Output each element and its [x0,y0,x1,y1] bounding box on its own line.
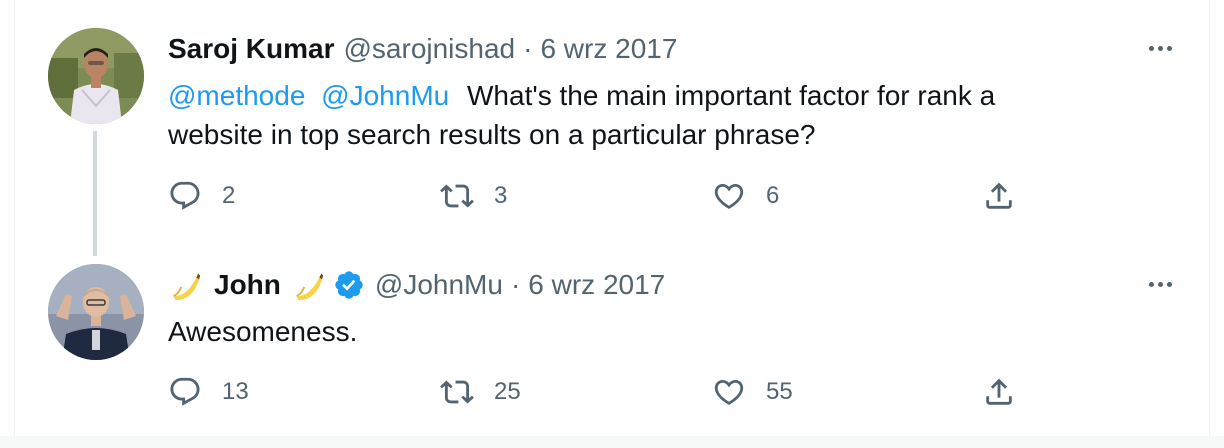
like-count: 55 [766,378,793,405]
share-icon [986,378,1012,405]
more-options-button[interactable] [1140,38,1180,58]
tweet-text: @methode @JohnMu What's the main importa… [168,76,995,154]
tweet-text: Awesomeness. [168,316,358,347]
mention-johnmu[interactable]: @JohnMu [321,80,449,111]
author-name[interactable]: Saroj Kumar [168,32,335,66]
tweet-date[interactable]: 6 wrz 2017 [540,32,677,66]
retweet-count: 25 [494,378,521,405]
author-handle[interactable]: @JohnMu [375,268,503,302]
reply-icon [170,377,200,406]
reply-icon [170,181,200,210]
more-options-button[interactable] [1140,274,1180,294]
retweet-count: 3 [494,182,508,209]
retweet-icon [440,380,474,404]
reply-count: 2 [222,182,236,209]
like-button[interactable]: 55 [712,372,793,412]
tweet-header: John @JohnMu · 6 wrz 2017 [168,268,665,302]
heart-icon [714,183,744,209]
tweet-header: Saroj Kumar @sarojnishad · 6 wrz 2017 [168,32,677,66]
author-name[interactable]: John [214,268,281,302]
share-button[interactable] [982,176,1016,216]
verified-badge-icon [335,271,363,299]
share-button[interactable] [982,372,1016,412]
separator-dot: · [510,269,521,300]
bottom-divider [0,436,1224,448]
banana-emoji-icon [173,273,201,301]
tweet-date[interactable]: 6 wrz 2017 [528,268,665,302]
retweet-button[interactable]: 3 [440,176,507,216]
author-handle[interactable]: @sarojnishad [344,32,516,66]
mention-methode[interactable]: @methode [168,80,305,111]
reply-button[interactable]: 13 [168,372,249,412]
tweet-text-line2: website in top search results on a parti… [168,119,816,150]
avatar-saroj[interactable] [48,28,144,124]
retweet-icon [440,184,474,208]
heart-icon [714,379,744,405]
like-button[interactable]: 6 [712,176,779,216]
separator-dot: · [523,33,533,64]
share-icon [986,182,1012,209]
more-icon [1148,281,1154,287]
banana-emoji-icon [296,273,324,301]
tweet-text-line1: What's the main important factor for ran… [467,80,996,111]
avatar-john[interactable] [48,264,144,360]
thread-connector-line [93,131,97,256]
more-icon [1148,45,1154,51]
reply-count: 13 [222,378,249,405]
like-count: 6 [766,182,780,209]
reply-button[interactable]: 2 [168,176,235,216]
retweet-button[interactable]: 25 [440,372,521,412]
